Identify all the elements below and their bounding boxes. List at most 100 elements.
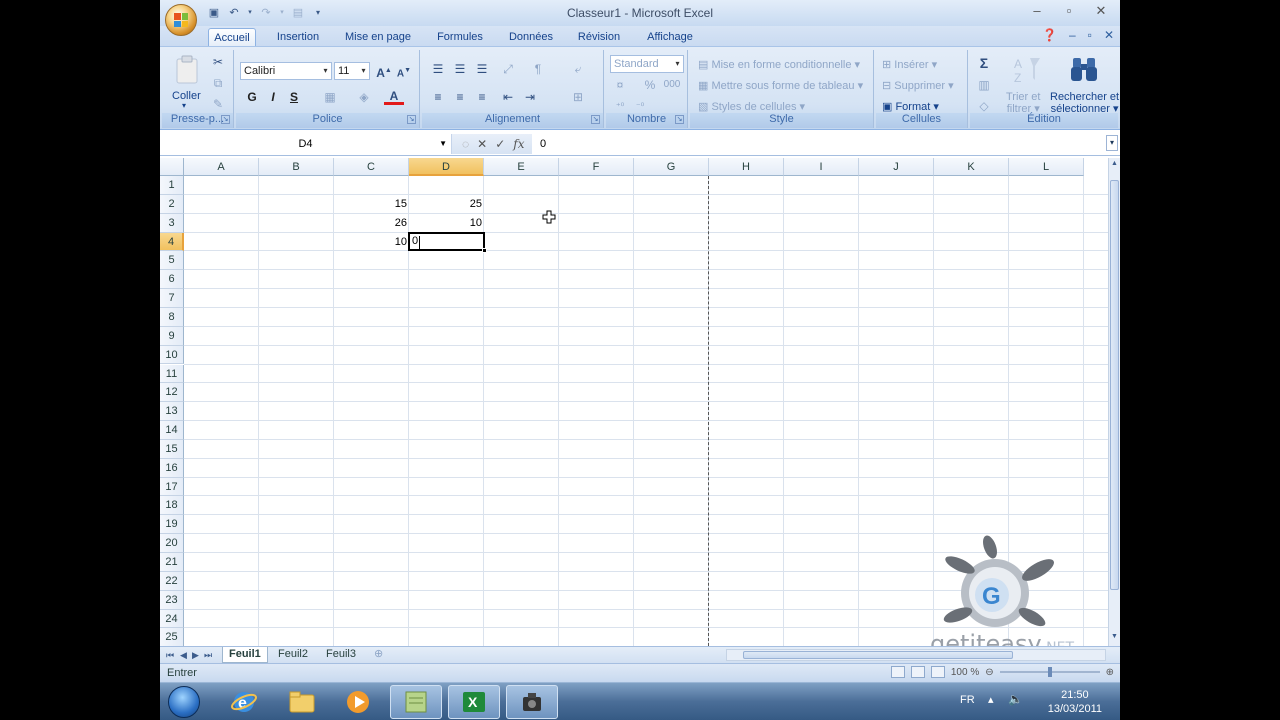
autosum-button[interactable]: Σ <box>974 54 994 72</box>
borders-icon[interactable]: ▦ <box>320 88 340 106</box>
row-header-21[interactable]: 21 <box>160 553 184 572</box>
name-box[interactable]: D4 ▼ <box>160 134 452 154</box>
grow-font-button[interactable]: A▲ <box>374 62 394 80</box>
format-cells-button[interactable]: ▣ Format ▾ <box>882 100 939 113</box>
expand-formula-icon[interactable]: ▾ <box>1106 135 1118 151</box>
row-header-16[interactable]: 16 <box>160 458 184 478</box>
row-header-8[interactable]: 8 <box>160 307 184 327</box>
zoom-out-icon[interactable]: ⊖ <box>985 667 993 678</box>
column-header-g[interactable]: G <box>634 158 709 176</box>
sheet-tab-feuil3[interactable]: Feuil3 <box>320 647 362 663</box>
tab-insertion[interactable]: Insertion <box>268 28 328 47</box>
font-color-button[interactable]: A <box>384 88 404 105</box>
align-center-icon[interactable]: ≡ <box>450 88 470 106</box>
file-explorer-icon[interactable] <box>276 685 328 719</box>
scroll-up-icon[interactable]: ▲ <box>1109 160 1120 171</box>
internet-explorer-icon[interactable]: e <box>218 685 270 719</box>
align-top-icon[interactable]: ☰ <box>428 60 448 78</box>
close-icon[interactable]: ✕ <box>1090 2 1112 20</box>
clipboard-launcher-icon[interactable]: ↘ <box>221 115 230 124</box>
insert-function-button[interactable]: fx <box>513 137 524 151</box>
column-header-k[interactable]: K <box>934 158 1009 176</box>
cell-c2[interactable]: 15 <box>334 195 409 214</box>
currency-icon[interactable]: ¤ <box>610 76 630 94</box>
next-sheet-icon[interactable]: ▶ <box>192 647 199 663</box>
confirm-entry-icon[interactable]: ✓ <box>495 137 505 151</box>
maximize-icon[interactable]: ▫ <box>1058 2 1080 20</box>
horizontal-scrollbar[interactable] <box>726 649 1106 661</box>
find-select-label[interactable]: Rechercher et sélectionner ▾ <box>1050 91 1119 115</box>
row-header-17[interactable]: 17 <box>160 477 184 497</box>
merge-center-icon[interactable]: ⊞ <box>568 88 588 106</box>
row-header-22[interactable]: 22 <box>160 571 184 591</box>
column-header-b[interactable]: B <box>259 158 334 176</box>
conditional-formatting-button[interactable]: ▤ Mise en forme conditionnelle ▾ <box>698 58 860 71</box>
workbook-close-icon[interactable]: ✕ <box>1104 28 1114 42</box>
copy-icon[interactable]: ⧉ <box>208 74 228 92</box>
select-all-corner[interactable] <box>160 158 184 176</box>
row-header-6[interactable]: 6 <box>160 270 184 290</box>
font-launcher-icon[interactable]: ↘ <box>407 115 416 124</box>
column-header-h[interactable]: H <box>709 158 784 176</box>
workbook-minimize-icon[interactable]: – <box>1069 28 1076 42</box>
delete-cells-button[interactable]: ⊟ Supprimer ▾ <box>882 79 954 92</box>
align-middle-icon[interactable]: ☰ <box>450 60 470 78</box>
row-header-18[interactable]: 18 <box>160 496 184 516</box>
row-header-1[interactable]: 1 <box>160 176 184 195</box>
format-painter-icon[interactable]: ✎ <box>208 95 228 113</box>
camera-app-icon[interactable] <box>506 685 558 719</box>
row-header-20[interactable]: 20 <box>160 534 184 553</box>
page-layout-view-icon[interactable] <box>910 666 925 678</box>
cell-d2[interactable]: 25 <box>409 195 484 214</box>
column-header-e[interactable]: E <box>484 158 559 176</box>
row-header-9[interactable]: 9 <box>160 326 184 346</box>
cell-c3[interactable]: 26 <box>334 214 409 233</box>
wrap-text-icon[interactable]: ⤶ <box>568 60 588 78</box>
row-header-19[interactable]: 19 <box>160 515 184 535</box>
start-button[interactable] <box>168 686 200 718</box>
system-clock[interactable]: 21:50 13/03/2011 <box>1048 688 1102 716</box>
sheet-tab-feuil2[interactable]: Feuil2 <box>272 647 314 663</box>
font-size-combo[interactable]: 11 ▾ <box>334 62 370 80</box>
orientation-icon[interactable]: ⤢ <box>498 60 518 78</box>
tab-formules[interactable]: Formules <box>432 28 488 47</box>
office-button[interactable] <box>165 4 197 36</box>
tray-arrow-icon[interactable]: ▴ <box>988 693 994 706</box>
language-indicator[interactable]: FR <box>960 694 975 706</box>
alignment-launcher-icon[interactable]: ↘ <box>591 115 600 124</box>
tab-affichage[interactable]: Affichage <box>640 28 700 47</box>
row-header-10[interactable]: 10 <box>160 345 184 365</box>
sort-filter-icon[interactable]: A Z <box>1012 54 1044 86</box>
active-cell-d4[interactable]: 0 <box>408 231 487 254</box>
paste-label[interactable]: Coller <box>172 90 201 102</box>
formula-input[interactable]: 0 <box>540 134 546 154</box>
text-direction-icon[interactable]: ¶ <box>528 60 548 78</box>
sheet-tab-feuil1[interactable]: Feuil1 <box>222 647 268 663</box>
shrink-font-button[interactable]: A▼ <box>394 62 414 80</box>
row-header-3[interactable]: 3 <box>160 213 184 233</box>
cell-d3[interactable]: 10 <box>409 214 484 233</box>
underline-button[interactable]: S <box>284 88 304 106</box>
help-icon[interactable]: ❓ <box>1042 28 1057 42</box>
row-header-23[interactable]: 23 <box>160 590 184 610</box>
scroll-down-icon[interactable]: ▼ <box>1109 633 1120 644</box>
sort-filter-label[interactable]: Trier et filtrer ▾ <box>1006 91 1040 115</box>
zoom-slider[interactable] <box>999 667 1100 677</box>
vertical-scroll-thumb[interactable] <box>1110 180 1119 590</box>
tab-mise-en-page[interactable]: Mise en page <box>340 28 416 47</box>
excel-app-icon[interactable]: X <box>448 685 500 719</box>
number-launcher-icon[interactable]: ↘ <box>675 115 684 124</box>
italic-button[interactable]: I <box>263 88 283 106</box>
binoculars-icon[interactable] <box>1068 54 1100 86</box>
normal-view-icon[interactable] <box>890 666 905 678</box>
cancel-entry-icon[interactable]: ✕ <box>477 137 487 151</box>
column-header-a[interactable]: A <box>184 158 259 176</box>
insert-sheet-icon[interactable]: ⊕ <box>368 647 389 663</box>
bold-button[interactable]: G <box>242 88 262 106</box>
percent-button[interactable]: % <box>640 76 660 94</box>
column-header-l[interactable]: L <box>1009 158 1084 176</box>
first-sheet-icon[interactable]: ⏮ <box>166 647 174 663</box>
insert-cells-button[interactable]: ⊞ Insérer ▾ <box>882 58 937 71</box>
tab-accueil[interactable]: Accueil <box>208 28 256 47</box>
row-header-14[interactable]: 14 <box>160 421 184 440</box>
